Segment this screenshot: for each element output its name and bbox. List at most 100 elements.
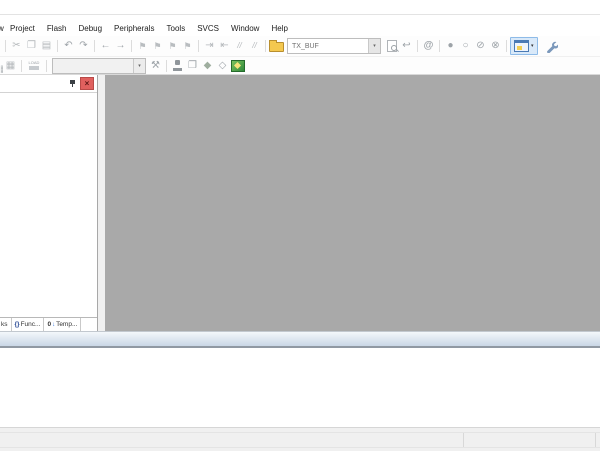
mdi-background	[105, 75, 600, 331]
find-next-button[interactable]	[384, 38, 399, 54]
outdent-button[interactable]: ⇤	[217, 38, 232, 54]
uncomment-button[interactable]: //	[247, 38, 262, 54]
target-options-button[interactable]: ⚒	[148, 58, 163, 74]
chevron-down-icon[interactable]: ▾	[368, 39, 380, 53]
manage-rte-button[interactable]: ◆	[200, 58, 215, 74]
bookmark-clear-button[interactable]: ⚑	[180, 38, 195, 54]
status-cell-mid	[463, 433, 595, 447]
menu-item-project[interactable]: Project	[4, 22, 41, 35]
toolbar-separator	[265, 40, 266, 52]
navigate-back-button[interactable]: ←	[98, 38, 113, 54]
output-panel-body[interactable]	[0, 348, 600, 427]
batch-build-button[interactable]: ▦	[3, 58, 18, 74]
menu-item-svcs[interactable]: SVCS	[191, 22, 225, 35]
insert-breakpoint-button[interactable]: ●	[443, 38, 458, 54]
redo-button[interactable]: ↷	[76, 38, 91, 54]
status-cell-main	[0, 433, 463, 447]
chevron-down-icon: ▾	[531, 43, 534, 49]
diamond-outline-icon: ◇	[218, 59, 227, 71]
comment-icon: //	[237, 41, 242, 50]
file-extensions-button[interactable]	[170, 58, 185, 74]
navigate-forward-button[interactable]: →	[113, 38, 128, 54]
find-next-icon	[386, 40, 397, 52]
paste-button[interactable]: ▤	[39, 38, 54, 54]
load-chip-shape	[29, 66, 39, 70]
breakpoint-kill-icon: ⊗	[491, 40, 500, 51]
indent-button[interactable]: ⇥	[202, 38, 217, 54]
find-combo[interactable]: TX_BUF ▾	[287, 38, 381, 54]
arrow-left-icon: ←	[100, 40, 111, 51]
zoom-button[interactable]: @	[421, 38, 436, 54]
menu-item-flash[interactable]: Flash	[41, 22, 73, 35]
menu-item-debug[interactable]: Debug	[72, 22, 108, 35]
incremental-find-button[interactable]: ↩	[399, 38, 414, 54]
breakpoint-icon: ●	[447, 40, 454, 51]
wrench-icon	[546, 41, 558, 53]
vertical-splitter[interactable]	[98, 75, 105, 331]
green-package-icon	[230, 59, 245, 72]
bookmark-clear-icon: ⚑	[183, 40, 192, 51]
outdent-icon: ⇤	[220, 40, 229, 51]
bookmark-next-icon: ⚑	[168, 40, 177, 51]
toolbar-separator	[198, 40, 199, 52]
pin-icon[interactable]	[69, 79, 76, 88]
pack-installer-button[interactable]	[230, 58, 245, 74]
project-tree-area[interactable]	[0, 93, 97, 317]
chevron-down-icon[interactable]: ▾	[133, 58, 145, 73]
edit-toolbar: ✂ ❐ ▤ ↶ ↷ ← → ⚑ ⚑ ⚑ ⚑ ⇥ ⇤ // // TX_BUF ▾…	[0, 36, 600, 57]
output-panel-header[interactable]	[0, 331, 600, 348]
undo-button[interactable]: ↶	[61, 38, 76, 54]
cut-button[interactable]: ✂	[9, 38, 24, 54]
hammer-tools-icon: ⚒	[151, 59, 160, 71]
blue-arrow-down-icon: ↓	[52, 321, 56, 328]
diamond-icon: ◆	[203, 59, 212, 71]
bookmark-prev-button[interactable]: ⚑	[150, 38, 165, 54]
configuration-button[interactable]	[544, 38, 559, 54]
uncomment-icon: //	[252, 41, 257, 50]
toolbar-separator	[166, 59, 167, 72]
incremental-find-icon: ↩	[402, 40, 411, 51]
paste-icon: ▤	[41, 40, 52, 51]
bookmark-toggle-button[interactable]: ⚑	[135, 38, 150, 54]
manage-project-items-button[interactable]: ❐	[185, 58, 200, 74]
tab-functions[interactable]: {} Func...	[12, 318, 45, 331]
toolbar-separator	[5, 40, 6, 52]
tab-templates[interactable]: 0 ↓ Temp...	[44, 318, 82, 331]
tab-books[interactable]: ks	[0, 318, 12, 331]
load-label: LOAD	[28, 60, 40, 65]
copy-button[interactable]: ❐	[24, 38, 39, 54]
toolbar-separator	[131, 40, 132, 52]
target-select-value[interactable]	[53, 58, 133, 73]
window-view-dropdown-button[interactable]: ▾	[510, 37, 538, 55]
menu-item-tools[interactable]: Tools	[161, 22, 192, 35]
target-select-combo[interactable]: ▾	[52, 57, 146, 74]
titlebar-strip	[0, 0, 600, 15]
menu-bar: w Project Flash Debug Peripherals Tools …	[0, 20, 600, 37]
download-button[interactable]: LOAD	[25, 58, 43, 74]
find-in-files-button[interactable]	[269, 38, 284, 54]
stacked-boxes-icon: ❐	[188, 59, 197, 71]
menu-item-window[interactable]: Window	[225, 22, 265, 35]
bookmark-prev-icon: ⚑	[153, 40, 162, 51]
bookmark-next-button[interactable]: ⚑	[165, 38, 180, 54]
screen-image-icon	[514, 40, 529, 52]
tab-templates-label: Temp...	[56, 321, 78, 328]
disable-all-breakpoints-button[interactable]: ⊘	[473, 38, 488, 54]
find-combo-value[interactable]: TX_BUF	[288, 39, 368, 53]
toolbar-separator	[21, 59, 22, 72]
toolbar-separator	[506, 40, 507, 52]
comment-button[interactable]: //	[232, 38, 247, 54]
select-software-packs-button[interactable]: ◇	[215, 58, 230, 74]
build-toolbar: ▦ ▦ LOAD ▾ ⚒ ❐ ◆ ◇	[0, 57, 600, 75]
kill-all-breakpoints-button[interactable]: ⊗	[488, 38, 503, 54]
enable-breakpoint-button[interactable]: ○	[458, 38, 473, 54]
uvision-window: w Project Flash Debug Peripherals Tools …	[0, 0, 600, 451]
menu-item-peripherals[interactable]: Peripherals	[108, 22, 160, 35]
indent-icon: ⇥	[205, 40, 214, 51]
toolbar-separator	[57, 40, 58, 52]
menu-item-help[interactable]: Help	[265, 22, 293, 35]
breakpoint-outline-icon: ○	[462, 40, 469, 51]
close-panel-button[interactable]: ×	[80, 77, 94, 90]
undo-icon: ↶	[64, 40, 73, 51]
workspace: × ks {} Func... 0 ↓ Temp...	[0, 75, 600, 331]
